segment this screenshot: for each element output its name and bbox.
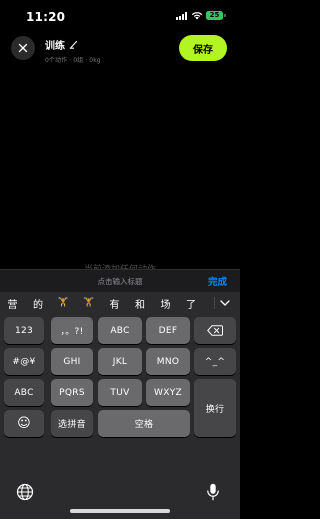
done-button[interactable]: 完成 [208,274,227,288]
home-indicator [70,509,170,513]
wifi-icon [191,12,203,20]
title-block[interactable]: 训练 0个动作 · 0组 · 0kg [45,37,101,64]
space-key[interactable]: 空格 [98,410,190,437]
save-button[interactable]: 保存 [179,35,227,61]
expand-candidates-button[interactable] [218,296,232,310]
candidate-item[interactable]: 🏋 [76,298,103,308]
emoji-key[interactable]: ☺ [4,410,44,437]
keyboard: 营 的 🏋 🏋 有 和 场 了 123 ，。?! ABC DEF #@¥ GHI… [0,292,240,519]
backspace-icon [207,325,223,336]
pencil-icon[interactable] [69,40,78,49]
candidate-item[interactable]: 了 [178,296,205,311]
status-bar: 11:20 25 [0,0,240,32]
key-123[interactable]: 123 [4,317,44,344]
key-abc-switch[interactable]: ABC [4,379,44,406]
battery-icon: 25 [206,11,223,20]
candidate-item[interactable]: 和 [127,296,154,311]
candidate-item[interactable]: 场 [152,296,179,311]
cellular-signal-icon [176,12,188,20]
backspace-key[interactable] [194,317,236,344]
key-wxyz[interactable]: WXYZ [146,379,190,406]
key-abc[interactable]: ABC [98,317,142,344]
candidate-divider [214,297,215,309]
close-button[interactable] [11,36,35,60]
return-key[interactable]: 换行 [194,379,236,437]
key-def[interactable]: DEF [146,317,190,344]
workout-summary: 0个动作 · 0组 · 0kg [45,57,101,64]
candidate-bar: 营 的 🏋 🏋 有 和 场 了 [0,292,240,314]
key-pqrs[interactable]: PQRS [51,379,93,406]
chevron-down-icon [220,300,230,306]
header: 训练 0个动作 · 0组 · 0kg 保存 [0,32,240,64]
key-punctuation[interactable]: ，。?! [51,317,93,344]
battery-tip [224,14,226,17]
key-emoticon[interactable]: ^_^ [194,348,236,375]
key-jkl[interactable]: JKL [98,348,142,375]
candidate-item[interactable]: 营 [0,296,26,311]
microphone-icon[interactable] [206,483,220,501]
key-symbols[interactable]: #@¥ [4,348,44,375]
status-time: 11:20 [26,10,66,24]
candidate-item[interactable]: 的 [25,296,52,311]
key-ghi[interactable]: GHI [51,348,93,375]
page-title: 训练 [45,41,65,52]
close-icon [18,43,28,53]
candidate-item[interactable]: 🏋 [50,298,77,308]
globe-icon[interactable] [16,483,34,501]
key-select-pinyin[interactable]: 选拼音 [51,410,93,437]
key-tuv[interactable]: TUV [98,379,142,406]
key-mno[interactable]: MNO [146,348,190,375]
candidate-item[interactable]: 有 [101,296,128,311]
title-input[interactable]: 点击输入标题 [0,276,240,287]
title-input-bar: 点击输入标题 完成 [0,269,240,292]
